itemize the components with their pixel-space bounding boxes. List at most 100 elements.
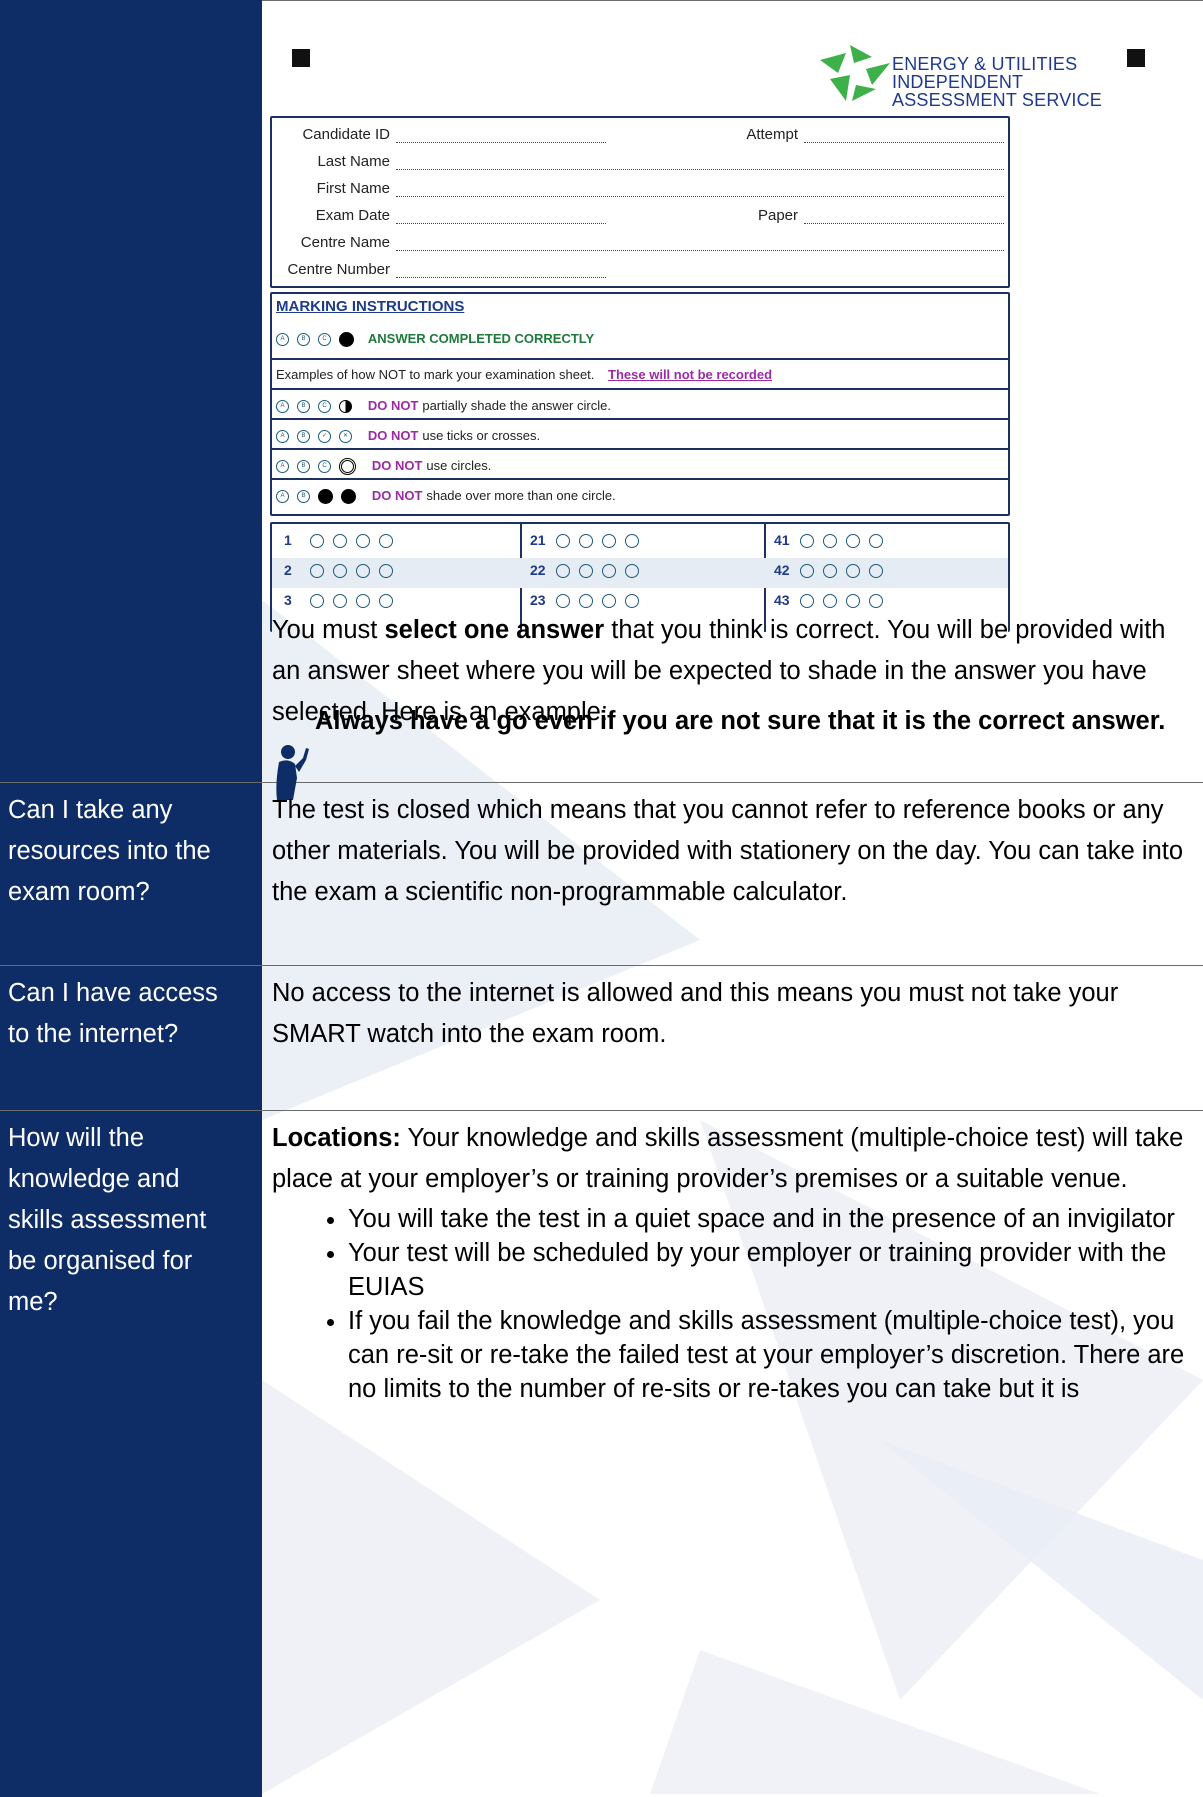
rule-row: ABC DO NOT partially shade the answer ci… [272, 388, 1008, 418]
answer-circle [846, 564, 860, 579]
question-row: 2 [284, 562, 402, 579]
marking-instructions-box: MARKING INSTRUCTIONS ABC ANSWER COMPLETE… [270, 292, 1010, 516]
answer-circle [579, 564, 593, 579]
logo-text: ENERGY & UTILITIES INDEPENDENT ASSESSMEN… [892, 55, 1102, 109]
question-row: 41 [774, 532, 892, 549]
question-number: 42 [774, 562, 790, 578]
question-cell [0, 0, 262, 782]
answer-circle-filled [339, 331, 354, 347]
examples-row: Examples of how NOT to mark your examina… [272, 358, 1008, 388]
answer-circle: A [276, 332, 289, 346]
rule-row: ABC DO NOT use circles. [272, 448, 1008, 478]
do-not-label: DO NOT [367, 398, 419, 413]
answer-circle [869, 534, 883, 549]
answer-circle [333, 594, 347, 609]
answer-circle: B [297, 332, 310, 346]
question-row: 1 [284, 532, 402, 549]
answer-cell: No access to the internet is allowed and… [272, 979, 1119, 1048]
answer-circle [823, 534, 837, 549]
faq-table: ENERGY & UTILITIES INDEPENDENT ASSESSMEN… [0, 0, 1203, 1797]
answer-circle [602, 564, 616, 579]
answer-circle [800, 564, 814, 579]
answer-circle [846, 594, 860, 609]
rule-text: partially shade the answer circle. [422, 398, 611, 413]
candidate-details-box: Candidate ID Attempt Last Name First Nam… [270, 116, 1010, 288]
rule-row: AB DO NOT shade over more than one circl… [272, 478, 1008, 508]
question-row: 42 [774, 562, 892, 579]
do-not-label: DO NOT [367, 428, 419, 443]
last-name-label: Last Name [317, 153, 390, 170]
answer-circle [579, 534, 593, 549]
locations-label: Locations: [272, 1124, 401, 1152]
logo-line: ASSESSMENT SERVICE [892, 90, 1103, 110]
answer-circle [823, 594, 837, 609]
paper-label: Paper [757, 207, 798, 224]
answer-circle [800, 534, 814, 549]
answer-circle [379, 594, 393, 609]
answer-circle [869, 594, 883, 609]
answer-circle [625, 564, 639, 579]
first-name-label: First Name [316, 180, 390, 197]
correct-label: ANSWER COMPLETED CORRECTLY [367, 331, 595, 346]
answer-circle [356, 594, 370, 609]
answer-circle [310, 534, 324, 549]
correct-example: ABC ANSWER COMPLETED CORRECTLY [276, 326, 594, 351]
question-row: 23 [530, 592, 648, 609]
answer-circle [356, 564, 370, 579]
rule-text: use ticks or crosses. [422, 428, 541, 443]
corner-mark [1127, 49, 1145, 67]
question-cell: Can I take any resources into the exam r… [0, 783, 262, 965]
centre-name-label: Centre Name [300, 234, 390, 251]
logo-line: INDEPENDENT [892, 72, 1024, 92]
table-row: ENERGY & UTILITIES INDEPENDENT ASSESSMEN… [0, 0, 1203, 800]
attempt-label: Attempt [746, 126, 798, 143]
candidate-id-label: Candidate ID [302, 126, 390, 143]
answer-circle: C [318, 332, 331, 346]
do-not-label: DO NOT [371, 488, 423, 503]
answer-circle [379, 564, 393, 579]
answer-cell: The test is closed which means that you … [272, 796, 1184, 906]
question-cell: How will the knowledge and skills assess… [0, 1111, 262, 1797]
question-number: 22 [530, 562, 546, 578]
exam-date-label: Exam Date [315, 207, 390, 224]
answer-circle [556, 594, 570, 609]
not-recorded-text: These will not be recorded [608, 367, 773, 382]
question-number: 1 [284, 532, 292, 548]
answer-circle [625, 594, 639, 609]
examples-text: Examples of how NOT to mark your examina… [276, 367, 595, 382]
corner-mark [292, 49, 310, 67]
centre-number-label: Centre Number [287, 261, 390, 278]
answer-circle [823, 564, 837, 579]
do-not-label: DO NOT [371, 458, 423, 473]
rule-row: A B ✓ ✕ DO NOT use ticks or crosses. [272, 418, 1008, 448]
question-row: 22 [530, 562, 648, 579]
answer-circle [800, 594, 814, 609]
answer-circle [310, 564, 324, 579]
question-cell: Can I have access to the internet? [0, 966, 262, 1110]
question-row: 21 [530, 532, 648, 549]
question-number: 2 [284, 562, 292, 578]
answer-circle [869, 564, 883, 579]
answer-sheet-example: ENERGY & UTILITIES INDEPENDENT ASSESSMEN… [270, 35, 1150, 695]
list-item: If you fail the knowledge and skills ass… [348, 1304, 1189, 1406]
answer-circle [602, 594, 616, 609]
answer-circle [356, 534, 370, 549]
answer-circle [379, 534, 393, 549]
answer-circle [333, 534, 347, 549]
answer-circle [602, 534, 616, 549]
euias-logo-icon [820, 45, 890, 101]
bullet-list: You will take the test in a quiet space … [272, 1202, 1189, 1406]
answer-circle [333, 564, 347, 579]
answer-circle [310, 594, 324, 609]
locations-paragraph: Locations: Your knowledge and skills ass… [272, 1124, 1184, 1193]
question-number: 23 [530, 592, 546, 608]
logo-line: ENERGY & UTILITIES [892, 54, 1078, 74]
answer-circle [556, 534, 570, 549]
rule-text: use circles. [426, 458, 492, 473]
question-number: 21 [530, 532, 546, 548]
answer-cell: Locations: Your knowledge and skills ass… [262, 1111, 1203, 1797]
answer-circle [846, 534, 860, 549]
answer-circle [625, 534, 639, 549]
table-row: How will the knowledge and skills assess… [0, 1111, 1203, 1797]
question-number: 43 [774, 592, 790, 608]
